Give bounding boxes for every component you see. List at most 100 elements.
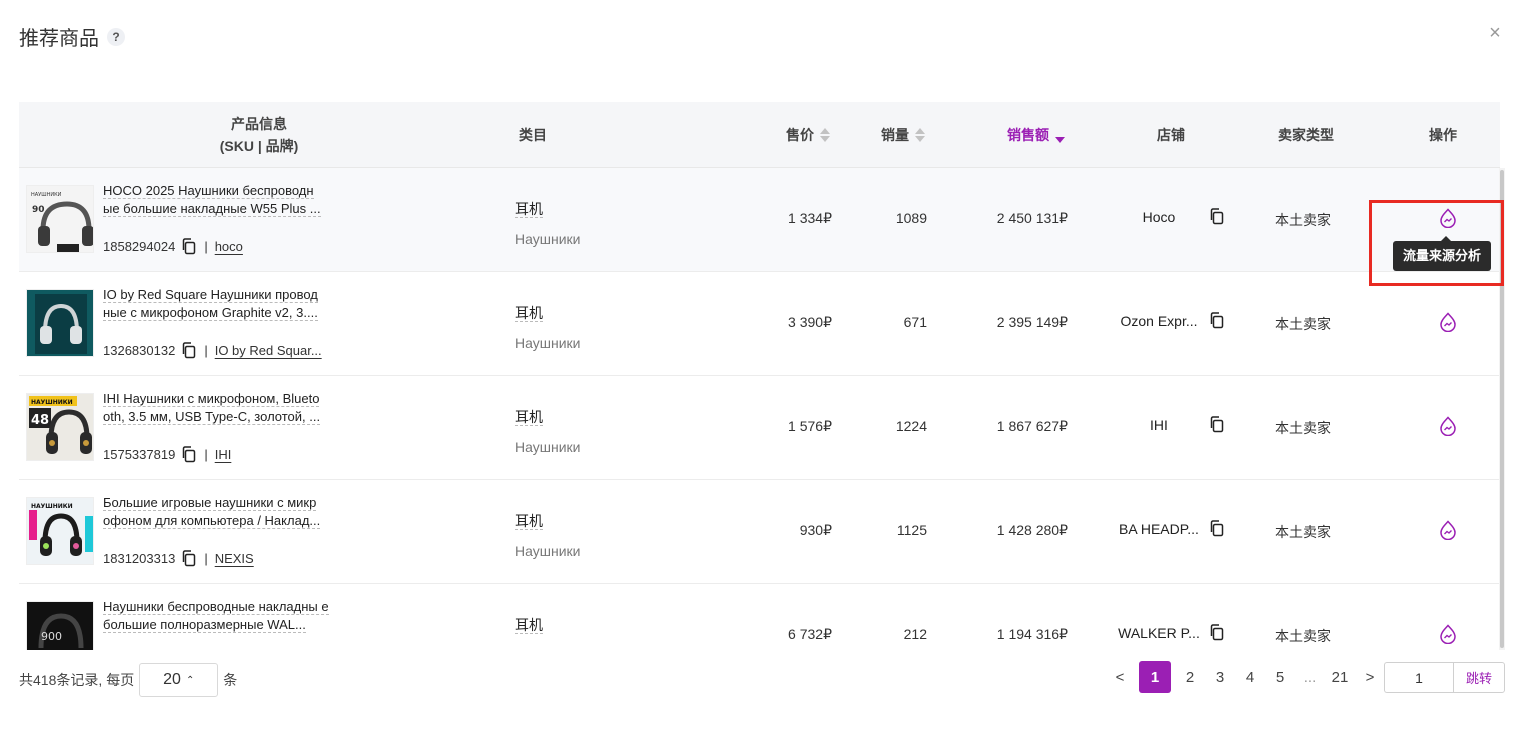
next-page-button[interactable]: > xyxy=(1359,661,1381,693)
shop-name[interactable]: Hoco xyxy=(1115,209,1203,225)
price: 1 334₽ xyxy=(788,210,832,226)
product-name[interactable]: Наушники беспроводные накладны е большие… xyxy=(103,598,329,634)
header-price-label: 售价 xyxy=(786,127,814,143)
table-row[interactable]: НАУШНИКИ 48 IHI Наушники с микрофоном, B… xyxy=(19,376,1500,480)
traffic-analysis-icon[interactable] xyxy=(1438,624,1458,644)
product-thumbnail[interactable]: НАУШНИКИ 90 xyxy=(26,185,94,253)
product-meta: 1858294024 | hoco xyxy=(103,238,243,255)
scrollbar-thumb[interactable] xyxy=(1500,170,1504,648)
seller-type: 本土卖家 xyxy=(1275,420,1331,436)
table-row[interactable]: НАУШНИКИ Большие игровые наушники с микр… xyxy=(19,480,1500,584)
help-icon[interactable]: ? xyxy=(107,27,125,46)
separator: | xyxy=(204,343,208,358)
total-records: 共418条记录, xyxy=(19,672,103,688)
recommended-products-table: 产品信息 (SKU | 品牌) 类目 售价 销量 销售额 店铺 卖家类型 操作 … xyxy=(19,102,1500,650)
copy-icon[interactable] xyxy=(1209,520,1225,537)
page-jump-input[interactable] xyxy=(1384,662,1453,693)
product-name[interactable]: Большие игровые наушники с микр офоном д… xyxy=(103,494,329,530)
shop: BA HEADP... xyxy=(1115,520,1225,537)
page-size-select[interactable]: 20 ⌃ xyxy=(139,663,219,697)
product-thumbnail[interactable]: 900 xyxy=(26,601,94,650)
product-thumbnail[interactable]: НАУШНИКИ 48 xyxy=(26,393,94,461)
table-row[interactable]: 900 Наушники беспроводные накладны е бол… xyxy=(19,584,1500,650)
header-product-info-line1: 产品信息 xyxy=(231,116,287,132)
copy-icon[interactable] xyxy=(1209,416,1225,433)
page-button-3[interactable]: 3 xyxy=(1209,661,1231,693)
product-name[interactable]: IO by Red Square Наушники провод ные с м… xyxy=(103,286,329,322)
product-brand[interactable]: hoco xyxy=(215,239,243,254)
seller-type: 本土卖家 xyxy=(1275,212,1331,228)
product-brand[interactable]: NEXIS xyxy=(215,551,254,566)
shop-name[interactable]: IHI xyxy=(1115,417,1203,433)
product-meta: 1575337819 | IHI xyxy=(103,446,231,463)
per-page-label: 每页 xyxy=(106,672,135,688)
page-jump-button[interactable]: 跳转 xyxy=(1453,662,1505,693)
category-zh: 耳机 xyxy=(515,409,543,426)
thumb-number: 90 xyxy=(32,205,45,215)
header-sales-qty[interactable]: 销量 xyxy=(881,102,925,168)
pagination: < 1 2 3 4 5 ... 21 > xyxy=(1105,661,1385,693)
sort-desc-icon[interactable] xyxy=(1055,137,1065,143)
sort-icon[interactable] xyxy=(915,128,925,142)
sales-amount: 1 194 316₽ xyxy=(996,626,1068,642)
price: 3 390₽ xyxy=(788,314,832,330)
shop-name[interactable]: BA HEADP... xyxy=(1115,521,1203,537)
category-ru: Наушники xyxy=(515,231,581,247)
category: 耳机 Наушники xyxy=(515,610,580,650)
copy-icon[interactable] xyxy=(181,446,197,463)
product-thumbnail[interactable]: НАУШНИКИ xyxy=(26,497,94,565)
product-sku: 1831203313 xyxy=(103,551,176,566)
sort-icon[interactable] xyxy=(820,128,830,142)
category-ru: Наушники xyxy=(515,439,581,455)
traffic-analysis-icon[interactable] xyxy=(1438,416,1458,436)
thumb-label: НАУШНИКИ xyxy=(31,192,62,198)
traffic-analysis-icon[interactable] xyxy=(1438,312,1458,332)
category-zh: 耳机 xyxy=(515,305,543,322)
page-button-4[interactable]: 4 xyxy=(1239,661,1261,693)
page-button-2[interactable]: 2 xyxy=(1179,661,1201,693)
separator: | xyxy=(204,447,208,462)
page-button-21[interactable]: 21 xyxy=(1329,661,1351,693)
product-brand[interactable]: IO by Red Squar... xyxy=(215,343,322,358)
product-brand[interactable]: IHI xyxy=(215,447,232,462)
shop-name[interactable]: WALKER P... xyxy=(1115,625,1203,641)
table-row[interactable]: IO by Red Square Наушники провод ные с м… xyxy=(19,272,1500,376)
copy-icon[interactable] xyxy=(181,550,197,567)
product-name[interactable]: HOCO 2025 Наушники беспроводн ые большие… xyxy=(103,182,329,218)
page-jump: 跳转 xyxy=(1384,662,1505,693)
seller-type: 本土卖家 xyxy=(1275,316,1331,332)
header-price[interactable]: 售价 xyxy=(786,102,830,168)
copy-icon[interactable] xyxy=(181,238,197,255)
copy-icon[interactable] xyxy=(1209,312,1225,329)
page-ellipsis[interactable]: ... xyxy=(1299,661,1321,693)
thumb-label: НАУШНИКИ xyxy=(31,399,73,406)
copy-icon[interactable] xyxy=(1209,624,1225,641)
category-ru: Наушники xyxy=(515,335,581,351)
page-button-5[interactable]: 5 xyxy=(1269,661,1291,693)
header-sales-qty-label: 销量 xyxy=(881,127,909,143)
header-shop: 店铺 xyxy=(1157,127,1185,143)
copy-icon[interactable] xyxy=(1209,208,1225,225)
product-thumbnail[interactable] xyxy=(26,289,94,357)
sales-qty: 212 xyxy=(903,626,927,642)
prev-page-button[interactable]: < xyxy=(1109,661,1131,693)
page-button-1[interactable]: 1 xyxy=(1139,661,1171,693)
table-row[interactable]: НАУШНИКИ 90 HOCO 2025 Наушники беспровод… xyxy=(19,168,1500,272)
sales-amount: 1 867 627₽ xyxy=(996,418,1068,434)
traffic-analysis-icon[interactable] xyxy=(1438,208,1458,228)
product-meta: 1831203313 | NEXIS xyxy=(103,550,254,567)
category-zh: 耳机 xyxy=(515,201,543,218)
shop: IHI xyxy=(1115,416,1225,433)
header-sales-amount[interactable]: 销售额 xyxy=(1007,102,1065,168)
copy-icon[interactable] xyxy=(181,342,197,359)
close-icon[interactable]: × xyxy=(1486,23,1504,43)
traffic-analysis-icon[interactable] xyxy=(1438,520,1458,540)
per-page-unit: 条 xyxy=(223,672,238,688)
product-name[interactable]: IHI Наушники с микрофоном, Blueto oth, 3… xyxy=(103,390,329,426)
thumb-number: 48 xyxy=(31,413,49,428)
shop-name[interactable]: Ozon Expr... xyxy=(1115,313,1203,329)
product-sku: 1326830132 xyxy=(103,343,176,358)
sales-amount: 1 428 280₽ xyxy=(996,522,1068,538)
price: 930₽ xyxy=(799,522,832,538)
seller-type: 本土卖家 xyxy=(1275,524,1331,540)
